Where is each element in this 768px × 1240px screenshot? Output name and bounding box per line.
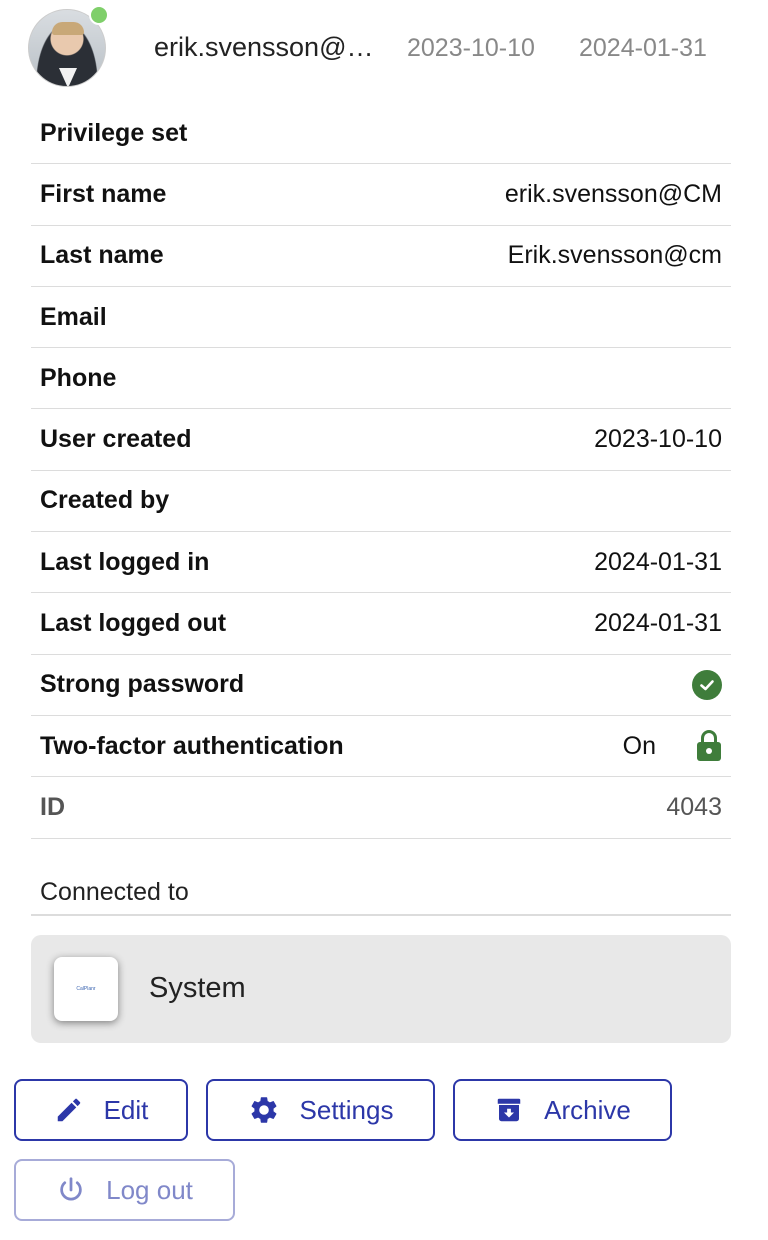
power-icon — [56, 1175, 86, 1205]
pencil-icon — [54, 1095, 84, 1125]
detail-row-last-logged-in: Last logged in 2024-01-31 — [31, 532, 731, 594]
detail-row-email: Email — [31, 287, 731, 349]
detail-label: Last name — [40, 241, 164, 270]
check-circle-icon — [692, 669, 722, 700]
detail-label: Created by — [40, 486, 170, 515]
detail-value: 4043 — [666, 792, 722, 821]
divider — [31, 914, 731, 916]
detail-label: Email — [40, 302, 107, 331]
detail-label: Last logged out — [40, 609, 227, 638]
system-name: System — [149, 972, 246, 1004]
detail-label: ID — [40, 792, 65, 821]
edit-button-label: Edit — [103, 1094, 149, 1125]
detail-value: On — [623, 730, 722, 762]
detail-row-first-name: First name erik.svensson@CM — [31, 164, 731, 226]
edit-button[interactable]: Edit — [14, 1079, 188, 1141]
detail-label: Phone — [40, 363, 117, 392]
detail-row-two-factor: Two-factor authentication On — [31, 716, 731, 778]
user-details-table: Privilege set First name erik.svensson@C… — [31, 103, 731, 839]
archive-button[interactable]: Archive — [453, 1079, 672, 1141]
online-status-indicator — [89, 5, 109, 25]
system-logo: CalPlanr — [54, 957, 118, 1021]
detail-row-strong-password: Strong password — [31, 655, 731, 716]
detail-label: User created — [40, 425, 192, 454]
detail-row-phone: Phone — [31, 348, 731, 410]
archive-box-icon — [494, 1095, 524, 1125]
detail-row-created-by: Created by — [31, 471, 731, 533]
detail-label: Privilege set — [40, 118, 188, 147]
user-header: erik.svensson@… 2023-10-10 2024-01-31 — [0, 0, 768, 100]
two-factor-status: On — [622, 731, 656, 760]
connected-to-heading: Connected to — [40, 878, 189, 906]
header-last-login-date: 2024-01-31 — [579, 34, 707, 62]
gear-icon — [248, 1094, 280, 1126]
detail-row-user-created: User created 2023-10-10 — [31, 409, 731, 471]
header-created-date: 2023-10-10 — [407, 34, 535, 62]
logout-button-label: Log out — [106, 1174, 193, 1205]
detail-value — [692, 669, 722, 700]
archive-button-label: Archive — [544, 1094, 631, 1125]
detail-value: 2024-01-31 — [594, 547, 722, 576]
detail-row-last-name: Last name Erik.svensson@cm — [31, 226, 731, 287]
detail-row-id: ID 4043 — [31, 777, 731, 839]
detail-label: First name — [40, 179, 167, 208]
settings-button-label: Settings — [299, 1094, 394, 1125]
detail-label: Two-factor authentication — [40, 731, 344, 760]
connected-system-card[interactable]: CalPlanr System — [31, 935, 731, 1043]
detail-value: 2023-10-10 — [594, 425, 722, 454]
header-username: erik.svensson@… — [154, 32, 374, 62]
avatar-shirt — [59, 68, 77, 86]
avatar-hair — [52, 22, 84, 35]
detail-row-privilege-set: Privilege set — [31, 103, 731, 165]
detail-value: Erik.svensson@cm — [507, 241, 722, 270]
settings-button[interactable]: Settings — [206, 1079, 435, 1141]
detail-row-last-logged-out: Last logged out 2024-01-31 — [31, 593, 731, 655]
detail-label: Last logged in — [40, 547, 210, 576]
detail-value: 2024-01-31 — [594, 609, 722, 638]
detail-value: erik.svensson@CM — [504, 179, 722, 208]
detail-label: Strong password — [40, 670, 245, 699]
logout-button[interactable]: Log out — [14, 1159, 235, 1221]
system-logo-text: CalPlanr — [76, 986, 96, 992]
lock-icon — [696, 730, 722, 762]
